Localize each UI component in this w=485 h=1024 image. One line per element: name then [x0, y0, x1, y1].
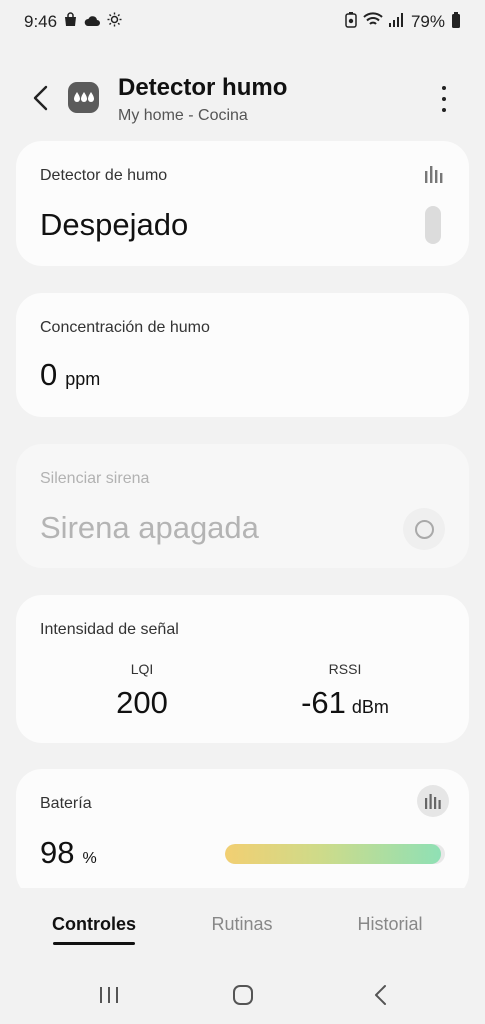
wifi-icon	[363, 11, 383, 33]
recents-icon	[100, 987, 118, 1003]
circle-icon	[414, 519, 434, 539]
status-time: 9:46	[24, 12, 58, 31]
more-dot-icon	[442, 86, 446, 90]
detector-label: Detector de humo	[40, 167, 168, 184]
lqi-metric: LQI 200	[42, 661, 242, 721]
sun-icon	[107, 12, 122, 32]
signal-label: Intensidad de señal	[40, 621, 179, 638]
battery-history-button[interactable]	[417, 785, 449, 817]
app-header: Detector humo My home - Cocina	[0, 62, 485, 132]
history-chart-icon	[425, 794, 441, 809]
rssi-label: RSSI	[328, 661, 362, 677]
tab-routines[interactable]: Rutinas	[192, 914, 292, 935]
cloud-icon	[84, 12, 101, 32]
siren-status: Sirena apagada	[40, 510, 259, 545]
battery-unit: %	[82, 850, 97, 867]
more-options-button[interactable]	[432, 86, 456, 112]
lqi-label: LQI	[130, 661, 154, 677]
concentration-value: 0	[40, 357, 58, 392]
siren-card: Silenciar sirena Sirena apagada	[16, 444, 469, 568]
lqi-value: 200	[116, 685, 168, 720]
page-subtitle: My home - Cocina	[118, 107, 248, 124]
rssi-unit: dBm	[351, 697, 389, 717]
rssi-value-row: -61 dBm	[245, 685, 445, 721]
siren-toggle-button[interactable]	[403, 508, 445, 550]
system-nav-bar	[0, 960, 485, 1024]
battery-percent: 79%	[410, 12, 445, 31]
lqi-value-row: 200	[42, 685, 242, 721]
concentration-unit: ppm	[65, 369, 101, 389]
chevron-left-icon	[33, 85, 48, 111]
concentration-label: Concentración de humo	[40, 319, 210, 336]
tab-history-label: Historial	[357, 914, 423, 934]
tab-bar: Controles Rutinas Historial	[0, 888, 485, 960]
history-chart-icon[interactable]	[423, 163, 445, 185]
detector-card[interactable]: Detector de humo Despejado	[16, 141, 469, 266]
tab-routines-label: Rutinas	[211, 914, 273, 934]
home-button[interactable]	[228, 980, 258, 1010]
back-button[interactable]	[26, 82, 54, 114]
battery-saver-icon	[345, 11, 357, 33]
status-left: 9:46	[24, 12, 122, 32]
status-bar: 9:46 79%	[0, 0, 485, 44]
siren-label: Silenciar sirena	[40, 470, 150, 487]
battery-card[interactable]: Batería 98 %	[16, 769, 469, 899]
more-dot-icon	[442, 108, 446, 112]
battery-value-row: 98 %	[40, 835, 97, 871]
home-icon	[233, 985, 253, 1005]
active-tab-indicator	[53, 942, 135, 945]
page-title: Detector humo	[118, 74, 288, 101]
signal-icon	[388, 12, 405, 32]
shopping-bag-icon	[63, 12, 78, 32]
detector-toggle[interactable]	[425, 206, 441, 244]
battery-value: 98	[40, 835, 75, 870]
battery-level-fill	[225, 844, 441, 864]
chevron-left-icon	[375, 985, 386, 1005]
detector-status: Despejado	[40, 207, 189, 242]
battery-label: Batería	[40, 795, 92, 812]
rssi-value: -61	[301, 685, 346, 720]
recents-button[interactable]	[94, 980, 124, 1010]
tab-history[interactable]: Historial	[340, 914, 440, 935]
battery-level-bar	[225, 844, 445, 864]
concentration-value-row: 0 ppm	[40, 357, 100, 393]
nav-back-button[interactable]	[365, 980, 395, 1010]
status-right: 79%	[345, 11, 461, 33]
droplets-icon	[68, 82, 99, 113]
concentration-card[interactable]: Concentración de humo 0 ppm	[16, 293, 469, 417]
tab-controls-label: Controles	[51, 914, 136, 934]
tab-controls[interactable]: Controles	[44, 914, 144, 945]
signal-card[interactable]: Intensidad de señal LQI 200 RSSI -61 dBm	[16, 595, 469, 743]
battery-icon	[451, 11, 461, 33]
rssi-metric: RSSI -61 dBm	[245, 661, 445, 721]
more-dot-icon	[442, 97, 446, 101]
